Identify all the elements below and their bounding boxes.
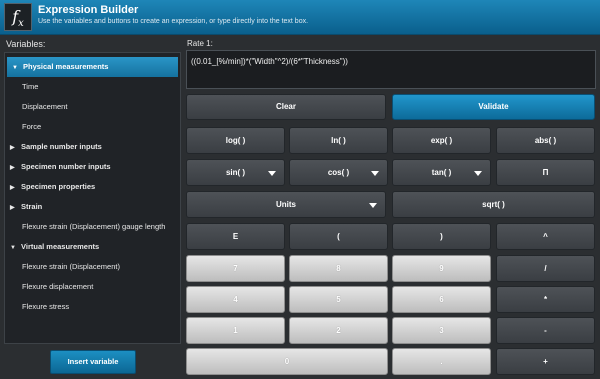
validate-button[interactable]: Validate — [392, 94, 595, 120]
chevron-down-icon[interactable] — [371, 170, 379, 176]
tan-label: tan( ) — [431, 168, 452, 177]
digit-5-button[interactable]: 5 — [289, 286, 388, 313]
variable-group[interactable]: ▶ Specimen properties — [5, 177, 180, 197]
triangle-right-icon[interactable]: ▶ — [10, 198, 21, 218]
rate-label: Rate 1: — [187, 39, 213, 48]
variable-label: Specimen number inputs — [21, 162, 111, 171]
digit-3-button[interactable]: 3 — [392, 317, 491, 344]
triangle-down-icon[interactable]: ▼ — [10, 238, 21, 258]
decimal-button[interactable]: . — [392, 348, 491, 375]
variable-label: Force — [22, 122, 42, 131]
digit-9-button[interactable]: 9 — [392, 255, 491, 282]
insert-variable-button[interactable]: Insert variable — [50, 350, 136, 374]
digit-7-button[interactable]: 7 — [186, 255, 285, 282]
digit-0-button[interactable]: 0 — [186, 348, 388, 375]
variable-label: Virtual measurements — [21, 242, 100, 251]
variable-group[interactable]: ▶ Strain — [5, 197, 180, 217]
triangle-right-icon[interactable]: ▶ — [10, 138, 21, 158]
cos-label: cos( ) — [327, 168, 350, 177]
chevron-down-icon[interactable] — [268, 170, 276, 176]
digit-2-button[interactable]: 2 — [289, 317, 388, 344]
expression-input[interactable]: ((0.01_[%/min])*("Width"^2)/(6*"Thicknes… — [186, 50, 596, 89]
variable-label: Flexure stress — [22, 302, 70, 311]
variable-label: Flexure displacement — [22, 282, 94, 291]
variable-item[interactable]: Flexure strain (Displacement) gauge leng… — [5, 217, 180, 237]
units-button[interactable]: Units — [186, 191, 386, 218]
app-title: Expression Builder — [38, 4, 139, 16]
chevron-down-icon[interactable] — [474, 170, 482, 176]
variable-label: Time — [22, 82, 39, 91]
triangle-right-icon[interactable]: ▶ — [10, 178, 21, 198]
variable-label: Specimen properties — [21, 182, 96, 191]
variable-label: Flexure strain (Displacement) — [22, 262, 120, 271]
power-button[interactable]: ^ — [496, 223, 595, 250]
variable-item[interactable]: Displacement — [5, 97, 180, 117]
digit-1-button[interactable]: 1 — [186, 317, 285, 344]
tan-button[interactable]: tan( ) — [392, 159, 491, 186]
variable-label: Sample number inputs — [21, 142, 102, 151]
variable-item[interactable]: Force — [5, 117, 180, 137]
variables-label: Variables: — [6, 39, 46, 49]
abs-button[interactable]: abs( ) — [496, 127, 595, 154]
minus-button[interactable]: - — [496, 317, 595, 344]
variable-item[interactable]: Time — [5, 77, 180, 97]
digit-6-button[interactable]: 6 — [392, 286, 491, 313]
triangle-down-icon[interactable]: ▼ — [12, 58, 23, 78]
log-button[interactable]: log( ) — [186, 127, 285, 154]
exp-button[interactable]: exp( ) — [392, 127, 491, 154]
variable-label: Displacement — [22, 102, 68, 111]
units-label: Units — [276, 200, 296, 209]
pi-button[interactable]: Π — [496, 159, 595, 186]
triangle-right-icon[interactable]: ▶ — [10, 158, 21, 178]
e-button[interactable]: E — [186, 223, 285, 250]
digit-4-button[interactable]: 4 — [186, 286, 285, 313]
fx-icon: fx — [4, 3, 32, 31]
title-bar: fx Expression Builder Use the variables … — [0, 0, 600, 35]
ln-button[interactable]: ln( ) — [289, 127, 388, 154]
plus-button[interactable]: + — [496, 348, 595, 375]
sin-label: sin( ) — [225, 168, 246, 177]
variable-label: Flexure strain (Displacement) gauge leng… — [22, 222, 166, 231]
chevron-down-icon[interactable] — [369, 202, 377, 208]
variable-item[interactable]: Flexure stress — [5, 297, 180, 317]
clear-button[interactable]: Clear — [186, 94, 386, 120]
sqrt-button[interactable]: sqrt( ) — [392, 191, 595, 218]
variable-item[interactable]: Flexure displacement — [5, 277, 180, 297]
variable-group[interactable]: ▶ Sample number inputs — [5, 137, 180, 157]
multiply-button[interactable]: * — [496, 286, 595, 313]
variable-group[interactable]: ▼ Physical measurements — [7, 57, 178, 77]
variable-group[interactable]: ▼ Virtual measurements — [5, 237, 180, 257]
digit-8-button[interactable]: 8 — [289, 255, 388, 282]
variable-group[interactable]: ▶ Specimen number inputs — [5, 157, 180, 177]
sin-button[interactable]: sin( ) — [186, 159, 285, 186]
left-paren-button[interactable]: ( — [289, 223, 388, 250]
variable-label: Strain — [21, 202, 43, 211]
right-paren-button[interactable]: ) — [392, 223, 491, 250]
divide-button[interactable]: / — [496, 255, 595, 282]
cos-button[interactable]: cos( ) — [289, 159, 388, 186]
variable-item[interactable]: Flexure strain (Displacement) — [5, 257, 180, 277]
app-subtitle: Use the variables and buttons to create … — [38, 18, 309, 25]
variable-label: Physical measurements — [23, 62, 109, 71]
variables-list[interactable]: ▼ Physical measurements Time Displacement Fo… — [4, 52, 181, 344]
